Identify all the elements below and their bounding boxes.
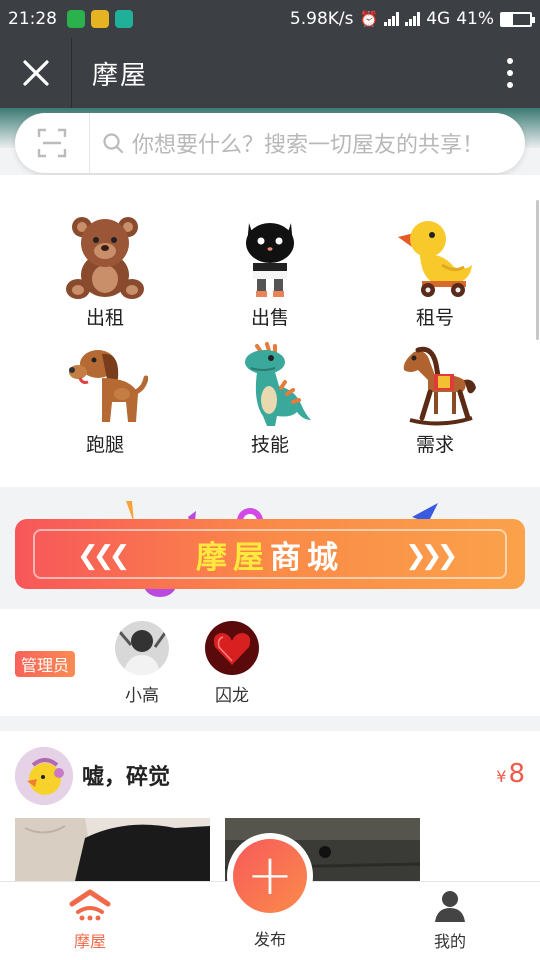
search-icon xyxy=(103,133,124,154)
search-input[interactable]: 你想要什么？搜索一切屋友的共享！ xyxy=(132,127,484,159)
teddy-bear-icon xyxy=(66,217,144,299)
battery-percent: 41% xyxy=(456,9,494,29)
search-bar[interactable]: 你想要什么？搜索一切屋友的共享！ xyxy=(15,113,525,173)
close-button[interactable] xyxy=(0,38,72,108)
admin-member[interactable]: 囚龙 xyxy=(197,621,267,706)
admin-section: 管理员 小高 囚龙 xyxy=(0,609,540,716)
post-image[interactable] xyxy=(15,818,210,881)
admin-member[interactable]: 小高 xyxy=(107,621,177,706)
chevron-right-icon: ❯❯❯ xyxy=(405,541,458,571)
scan-button[interactable] xyxy=(15,113,90,173)
alarm-icon: ⏰ xyxy=(359,10,379,28)
status-time: 21:28 xyxy=(8,9,57,29)
banner-title-part2: 商城 xyxy=(270,539,344,576)
category-sell[interactable]: 出售 xyxy=(210,215,330,330)
dog-icon xyxy=(69,350,148,422)
publish-button[interactable]: + xyxy=(227,833,313,919)
wechat-notification-icon xyxy=(67,10,85,28)
chevron-left-icon: ❮❮❮ xyxy=(77,541,130,571)
post-price: ¥8 xyxy=(496,759,525,789)
category-skill[interactable]: 技能 xyxy=(210,342,330,457)
avatar xyxy=(15,747,73,805)
banner-title-part1: 摩屋 xyxy=(196,539,270,576)
category-rent[interactable]: 出租 xyxy=(45,215,165,330)
tab-label: 摩屋 xyxy=(73,932,106,951)
plus-icon: + xyxy=(233,839,307,913)
tab-label: 我的 xyxy=(433,932,466,951)
mall-banner-area: ❮❮❮ 摩屋商城 ❯❯❯ xyxy=(0,487,540,609)
tab-profile[interactable]: 我的 xyxy=(400,888,500,952)
banner-title: 摩屋商城 xyxy=(196,532,344,577)
category-label: 需求 xyxy=(415,434,454,456)
category-label: 出售 xyxy=(250,307,289,329)
title-bar: 摩屋 xyxy=(0,38,540,108)
battery-icon xyxy=(500,11,535,27)
category-errand[interactable]: 跑腿 xyxy=(45,342,165,457)
category-label: 跑腿 xyxy=(85,434,124,456)
price-value: 8 xyxy=(508,759,525,789)
category-label: 出租 xyxy=(85,307,124,329)
dinosaur-icon xyxy=(245,342,311,426)
admin-badge: 管理员 xyxy=(15,651,75,677)
tab-label: 发布 xyxy=(253,930,286,949)
screenshot-notification-icon xyxy=(115,10,133,28)
currency-symbol: ¥ xyxy=(496,767,507,786)
status-bar: 21:28 5.98K/s ⏰ 4G 41% xyxy=(0,0,540,38)
signal-4g-icon xyxy=(405,12,421,26)
tab-publish[interactable]: 发布 xyxy=(220,924,320,950)
scrollbar[interactable] xyxy=(536,200,539,340)
home-roof-icon xyxy=(69,889,111,921)
signal-icon xyxy=(384,12,400,26)
rocking-horse-icon xyxy=(403,346,476,426)
category-label: 技能 xyxy=(250,434,289,456)
close-icon xyxy=(22,60,49,86)
scan-icon xyxy=(37,128,67,158)
avatar xyxy=(115,621,169,675)
post-title: 嘘，碎觉 xyxy=(82,765,171,790)
rubber-duck-icon xyxy=(398,221,472,297)
black-cat-icon xyxy=(246,223,294,297)
category-label: 租号 xyxy=(415,307,454,329)
admin-name: 囚龙 xyxy=(215,686,249,706)
more-menu-button[interactable] xyxy=(480,38,540,108)
admin-name: 小高 xyxy=(125,686,159,706)
category-account-rent[interactable]: 租号 xyxy=(375,215,495,330)
category-grid: 出租 出售 租号 跑腿 技能 需求 xyxy=(0,175,540,487)
mall-banner-button[interactable]: ❮❮❮ 摩屋商城 ❯❯❯ xyxy=(15,519,525,589)
page-title: 摩屋 xyxy=(92,60,149,91)
app-notification-icon xyxy=(91,10,109,28)
network-speed: 5.98K/s xyxy=(289,9,354,29)
tab-home[interactable]: 摩屋 xyxy=(40,888,140,952)
avatar xyxy=(205,621,259,675)
user-icon xyxy=(435,891,465,922)
category-demand[interactable]: 需求 xyxy=(375,342,495,457)
network-type: 4G xyxy=(426,9,451,29)
